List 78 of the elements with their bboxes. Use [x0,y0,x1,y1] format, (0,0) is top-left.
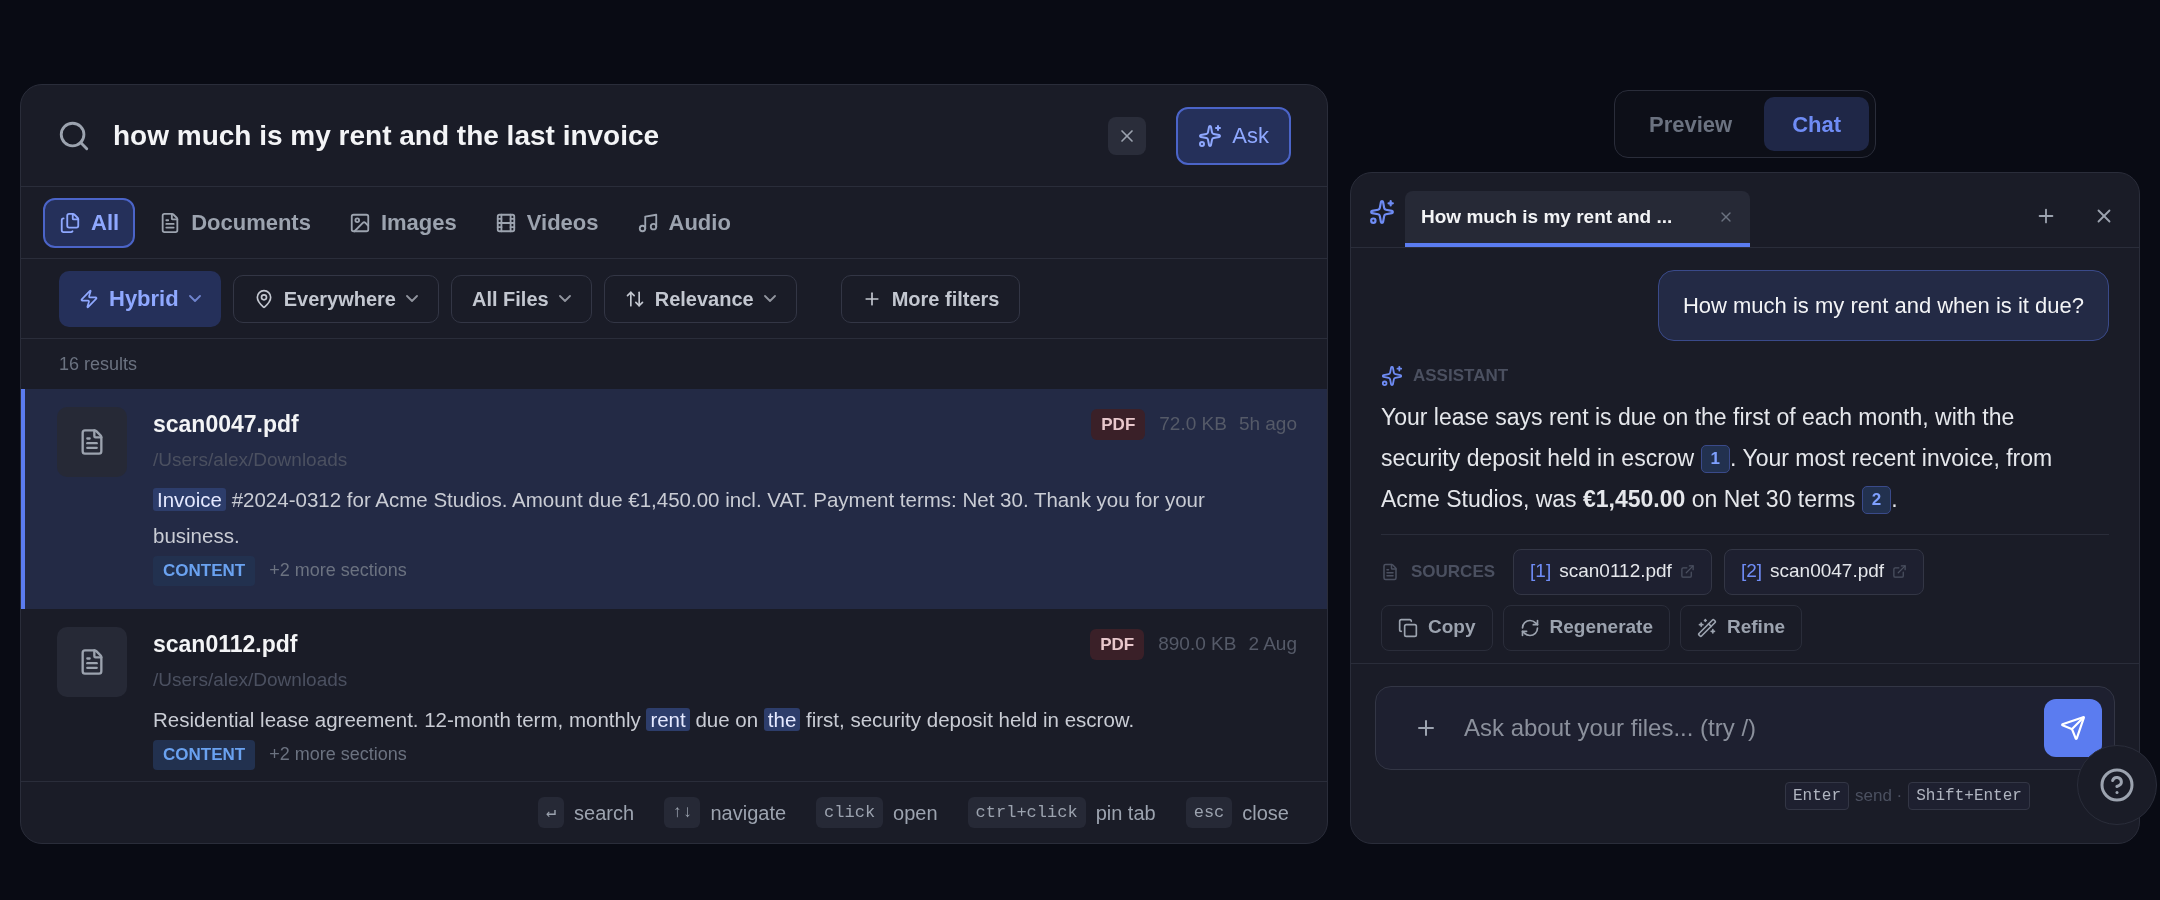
shortcut-label: pin tab [1095,800,1156,826]
type-tab[interactable]: Documents [145,197,325,248]
shortcut-key: ↵ [537,796,564,829]
shortcut-label: close [1242,800,1289,826]
sparkle-icon [1381,364,1403,387]
filter-dropdown[interactable]: All Files [451,274,592,323]
file-path: /Users/alex/Downloads [153,667,349,692]
type-tab[interactable]: Images [334,197,471,248]
sparkle-icon [1369,199,1395,225]
filter-dropdown[interactable]: Hybrid [59,270,221,327]
external-link-icon [1892,564,1908,579]
file-type-badge: PDF [1090,628,1145,660]
document-icon [1381,562,1399,581]
send-button[interactable] [2044,698,2102,757]
content-tag: CONTENT [153,556,256,586]
shortcut-key: Shift+Enter [1908,781,2030,810]
result-snippet: Invoice #2024-0312 for Acme Studios. Amount due €1,450.00 incl. VAT. Payment terms: Net 30. Thank you for your business. [153,487,1206,549]
action-button[interactable]: Refine [1680,604,1803,651]
source-chip[interactable]: [1] scan0112.pdf [1513,548,1712,595]
action-button[interactable]: Regenerate [1502,604,1670,651]
type-tab[interactable]: Audio [622,197,745,248]
file-name: scan0047.pdf [153,410,300,439]
sparkle-icon [1198,123,1223,148]
chevron-icon [763,295,776,302]
external-link-icon [1679,564,1695,579]
search-query[interactable]: how much is my rent and the last invoice [113,114,1087,157]
filter-dropdown[interactable]: More filters [840,274,1021,323]
assistant-message: Your lease says rent is due on the first of each month, with the security deposit held in escrow 1 . Your most recent invoice, from Acme Studios, was €1,450.00 on Net 30 terms 2 . [1381,396,2109,520]
sources-label: SOURCES [1411,560,1496,583]
result-row[interactable]: scan0112.pdf PDF 890.0 KB 2 Aug /Users/alex/Downloads Residential lease agreement. 12-month term, monthly rent due on the first, security deposit held in escrow. CONTENT +2 more sections [21,609,1327,781]
shortcut-key: ↑↓ [664,796,701,829]
shortcut-key: ctrl+click [967,796,1086,829]
action-icon [1519,617,1540,638]
shortcut-label: open [893,800,938,826]
shortcut-key: Enter [1785,781,1849,810]
citation-link[interactable]: 1 [1700,445,1731,474]
content-tag: CONTENT [153,740,256,770]
tab-icon [494,211,517,234]
tab-icon [636,211,659,234]
tab-icon [59,211,81,234]
action-icon [1398,617,1418,638]
tab-icon [348,211,371,234]
file-size: 890.0 KB [1158,632,1237,656]
result-snippet: Residential lease agreement. 12-month term, monthly rent due on the first, security deposit held in escrow. [153,707,1136,733]
file-name: scan0112.pdf [153,630,299,659]
chat-tab-title: How much is my rent and ... [1421,204,1674,229]
send-icon [2060,714,2086,741]
view-tab[interactable]: Chat [1764,97,1870,151]
chat-input[interactable]: Ask about your files... (try /) [1375,685,2115,770]
chevron-icon [406,295,418,302]
filter-dropdown[interactable]: Relevance [603,274,797,323]
source-chip[interactable]: [2] scan0047.pdf [1723,548,1925,595]
help-icon [2099,767,2135,803]
view-tab[interactable]: Preview [1620,97,1761,151]
result-count: 16 results [59,352,138,376]
clear-button[interactable] [1108,116,1147,155]
user-message: How much is my rent and when is it due? [1657,270,2109,341]
filter-dropdown[interactable]: Everywhere [232,274,439,323]
filter-icon [79,288,99,309]
type-tab[interactable]: Videos [480,197,613,248]
action-button[interactable]: Copy [1381,604,1493,651]
chevron-icon [558,295,571,302]
conversation-tab[interactable]: How much is my rent and ... [1405,191,1750,247]
hint-text: send · [1855,784,1903,807]
file-date: 2 Aug [1248,632,1297,656]
chevron-icon [188,295,201,302]
message-field[interactable]: Ask about your files... (try /) [1464,709,2018,746]
shortcut-label: navigate [710,800,787,826]
file-type-badge: PDF [1091,408,1146,440]
more-sections-link[interactable]: +2 more sections [269,741,407,769]
type-tab[interactable]: All [43,197,136,248]
shortcut-label: search [574,800,635,826]
shortcut-key: click [816,796,884,829]
citation-link[interactable]: 2 [1861,486,1892,515]
ask-button[interactable]: Ask [1176,106,1291,165]
shortcut-key: esc [1185,796,1233,829]
assistant-label: ASSISTANT [1413,365,1509,387]
action-icon [1697,617,1717,638]
